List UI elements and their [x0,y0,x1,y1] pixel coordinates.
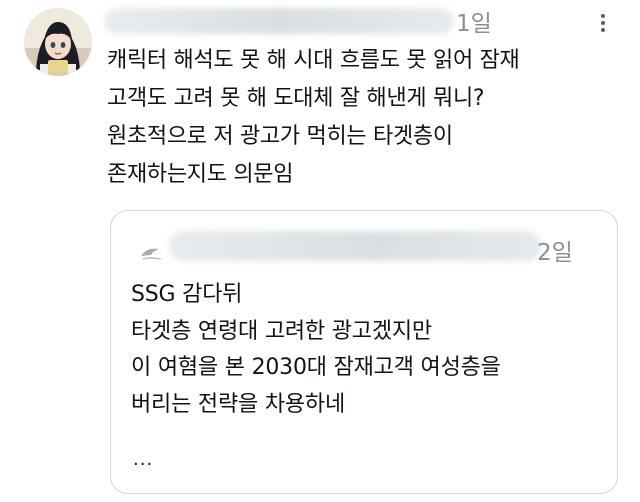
avatar-image [24,8,92,76]
tweet-line: 원초적으로 저 광고가 먹히는 타겟층이 [107,124,453,149]
quote-time: 2일 [537,240,573,266]
quote-line: 버리는 전략을 차용하네 [131,391,345,417]
tweet-line: 존재하는지도 의문임 [107,162,294,187]
quote-author-name-blurred [169,231,541,261]
author-name-blurred[interactable] [104,8,454,34]
more-horizontal-icon[interactable] [596,12,610,34]
quote-avatar-image [141,248,162,260]
quote-line: 이 여혐을 본 2030대 잠재고객 여성층을 [131,355,501,380]
quote-text: SSG 감다뒤 타겟층 연령대 고려한 광고겠지만 이 여혐을 본 2030대 … [131,277,601,423]
quoted-tweet-card[interactable]: 2일 SSG 감다뒤 타겟층 연령대 고려한 광고겠지만 이 여혐을 본 203… [110,210,618,494]
avatar[interactable] [24,8,92,76]
tweet-line: 캐릭터 해석도 못 해 시대 흐름도 못 읽어 잠재 [107,48,520,73]
tweet-line: 고객도 고려 못 해 도대체 잘 해낸게 뭐니? [107,86,485,111]
quote-ellipsis: ... [133,449,154,470]
quote-line: SSG 감다뒤 [131,282,243,307]
post-time[interactable]: 1일 [456,4,492,38]
quote-line: 타겟층 연령대 고려한 광고겠지만 [131,318,432,344]
tweet-text: 캐릭터 해석도 못 해 시대 흐름도 못 읽어 잠재 고객도 고려 못 해 도대… [107,42,617,194]
